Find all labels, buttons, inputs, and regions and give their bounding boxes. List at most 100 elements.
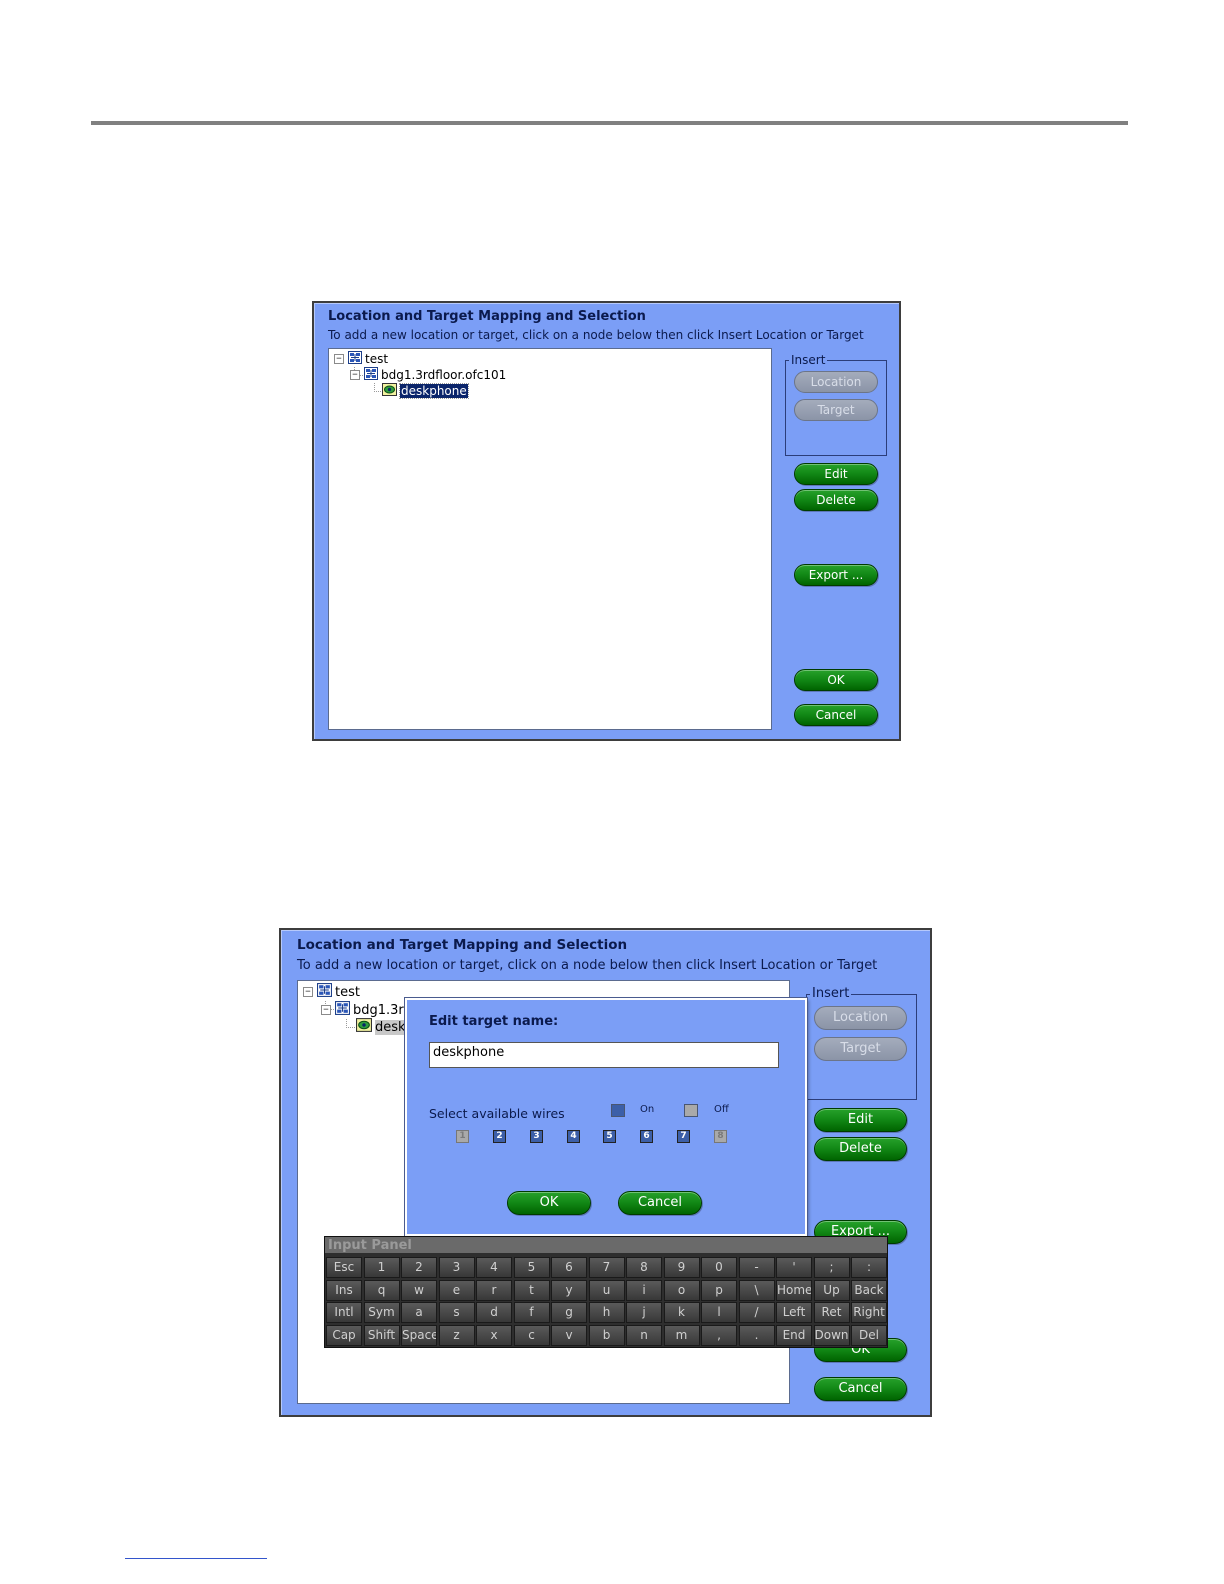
wire-8[interactable]: 8 bbox=[714, 1130, 727, 1143]
key[interactable]: p bbox=[701, 1279, 737, 1301]
key[interactable]: Esc bbox=[326, 1257, 362, 1278]
tree-node-root[interactable]: − test bbox=[303, 983, 360, 1001]
edit-target-heading: Edit target name: bbox=[429, 1014, 559, 1029]
key[interactable]: 6 bbox=[551, 1257, 587, 1278]
key[interactable]: 5 bbox=[513, 1257, 550, 1278]
key[interactable]: 1 bbox=[363, 1257, 400, 1278]
key[interactable]: Back bbox=[851, 1279, 887, 1301]
key[interactable]: c bbox=[513, 1324, 550, 1346]
key[interactable]: i bbox=[626, 1279, 662, 1301]
key[interactable]: h bbox=[588, 1302, 625, 1323]
dialog-instruction: To add a new location or target, click o… bbox=[328, 328, 864, 342]
wire-6[interactable]: 6 bbox=[640, 1130, 653, 1143]
location-tree[interactable]: − test − bdg1.3rdfloor.ofc101 deskphone bbox=[328, 348, 772, 730]
key[interactable]: b bbox=[588, 1324, 625, 1346]
delete-button[interactable]: Delete bbox=[814, 1137, 907, 1161]
tree-node-root[interactable]: − test bbox=[334, 351, 388, 367]
key[interactable]: s bbox=[438, 1302, 475, 1323]
key[interactable]: o bbox=[663, 1279, 700, 1301]
key[interactable]: e bbox=[438, 1279, 475, 1301]
cancel-button[interactable]: Cancel bbox=[814, 1377, 907, 1401]
key[interactable]: Up bbox=[813, 1279, 850, 1301]
collapse-icon[interactable]: − bbox=[321, 1005, 331, 1015]
insert-target-button[interactable]: Target bbox=[814, 1037, 907, 1061]
insert-target-button[interactable]: Target bbox=[794, 399, 878, 421]
insert-legend: Insert bbox=[810, 986, 852, 1001]
edit-button[interactable]: Edit bbox=[794, 463, 878, 485]
key[interactable]: Del bbox=[851, 1324, 887, 1346]
key[interactable]: / bbox=[738, 1302, 775, 1323]
key[interactable]: w bbox=[401, 1279, 437, 1301]
key[interactable]: j bbox=[626, 1302, 662, 1323]
tree-node-location[interactable]: − bdg1.3r bbox=[321, 1001, 404, 1019]
mapping-dialog-1: Location and Target Mapping and Selectio… bbox=[312, 301, 901, 741]
key[interactable]: g bbox=[551, 1302, 587, 1323]
key[interactable]: k bbox=[663, 1302, 700, 1323]
key[interactable]: 3 bbox=[438, 1257, 475, 1278]
key[interactable]: 0 bbox=[701, 1257, 737, 1278]
tree-node-target[interactable]: deskphone bbox=[382, 383, 469, 399]
key[interactable]: 4 bbox=[476, 1257, 512, 1278]
key[interactable]: v bbox=[551, 1324, 587, 1346]
wire-3[interactable]: 3 bbox=[530, 1130, 543, 1143]
key[interactable]: Intl bbox=[326, 1302, 362, 1323]
wire-5[interactable]: 5 bbox=[603, 1130, 616, 1143]
key[interactable]: d bbox=[476, 1302, 512, 1323]
key[interactable]: n bbox=[626, 1324, 662, 1346]
key[interactable]: m bbox=[663, 1324, 700, 1346]
collapse-icon[interactable]: − bbox=[334, 354, 344, 364]
key[interactable]: a bbox=[401, 1302, 437, 1323]
wire-7[interactable]: 7 bbox=[677, 1130, 690, 1143]
key[interactable]: t bbox=[513, 1279, 550, 1301]
collapse-icon[interactable]: − bbox=[350, 370, 360, 380]
key[interactable]: u bbox=[588, 1279, 625, 1301]
wire-4[interactable]: 4 bbox=[567, 1130, 580, 1143]
key[interactable]: Home bbox=[776, 1279, 812, 1301]
key[interactable]: ; bbox=[813, 1257, 850, 1278]
key[interactable]: z bbox=[438, 1324, 475, 1346]
key[interactable]: x bbox=[476, 1324, 512, 1346]
key[interactable]: Cap bbox=[326, 1324, 362, 1346]
key[interactable]: ' bbox=[776, 1257, 812, 1278]
key[interactable]: End bbox=[776, 1324, 812, 1346]
key[interactable]: \ bbox=[738, 1279, 775, 1301]
key[interactable]: Sym bbox=[363, 1302, 400, 1323]
key[interactable]: Shift bbox=[363, 1324, 400, 1346]
key[interactable]: - bbox=[738, 1257, 775, 1278]
target-name-input[interactable]: deskphone bbox=[429, 1042, 779, 1068]
cancel-button[interactable]: Cancel bbox=[794, 704, 878, 726]
export-button[interactable]: Export ... bbox=[794, 564, 878, 586]
key[interactable]: 8 bbox=[626, 1257, 662, 1278]
insert-location-button[interactable]: Location bbox=[814, 1006, 907, 1030]
collapse-icon[interactable]: − bbox=[303, 987, 313, 997]
popup-ok-button[interactable]: OK bbox=[507, 1191, 591, 1215]
key[interactable]: Ret bbox=[813, 1302, 850, 1323]
wire-2[interactable]: 2 bbox=[493, 1130, 506, 1143]
popup-cancel-button[interactable]: Cancel bbox=[618, 1191, 702, 1215]
key[interactable]: Ins bbox=[326, 1279, 362, 1301]
key[interactable]: : bbox=[851, 1257, 887, 1278]
wire-1[interactable]: 1 bbox=[456, 1130, 469, 1143]
key[interactable]: . bbox=[738, 1324, 775, 1346]
key[interactable]: 9 bbox=[663, 1257, 700, 1278]
insert-location-button[interactable]: Location bbox=[794, 371, 878, 393]
key[interactable]: 7 bbox=[588, 1257, 625, 1278]
tree-node-location[interactable]: − bdg1.3rdfloor.ofc101 bbox=[350, 367, 506, 383]
key[interactable]: Down bbox=[813, 1324, 850, 1346]
key[interactable]: q bbox=[363, 1279, 400, 1301]
key[interactable]: l bbox=[701, 1302, 737, 1323]
ok-button[interactable]: OK bbox=[794, 669, 878, 691]
key[interactable]: y bbox=[551, 1279, 587, 1301]
key[interactable]: Right bbox=[851, 1302, 887, 1323]
delete-button[interactable]: Delete bbox=[794, 489, 878, 511]
key[interactable]: Left bbox=[776, 1302, 812, 1323]
tree-node-target[interactable]: desk bbox=[356, 1018, 406, 1036]
key[interactable]: f bbox=[513, 1302, 550, 1323]
key[interactable]: r bbox=[476, 1279, 512, 1301]
key[interactable]: , bbox=[701, 1324, 737, 1346]
key[interactable]: Space bbox=[401, 1324, 437, 1346]
key[interactable]: 2 bbox=[401, 1257, 437, 1278]
edit-button[interactable]: Edit bbox=[814, 1108, 907, 1132]
tree-node-label: test bbox=[365, 352, 389, 366]
network-icon bbox=[317, 983, 332, 1001]
